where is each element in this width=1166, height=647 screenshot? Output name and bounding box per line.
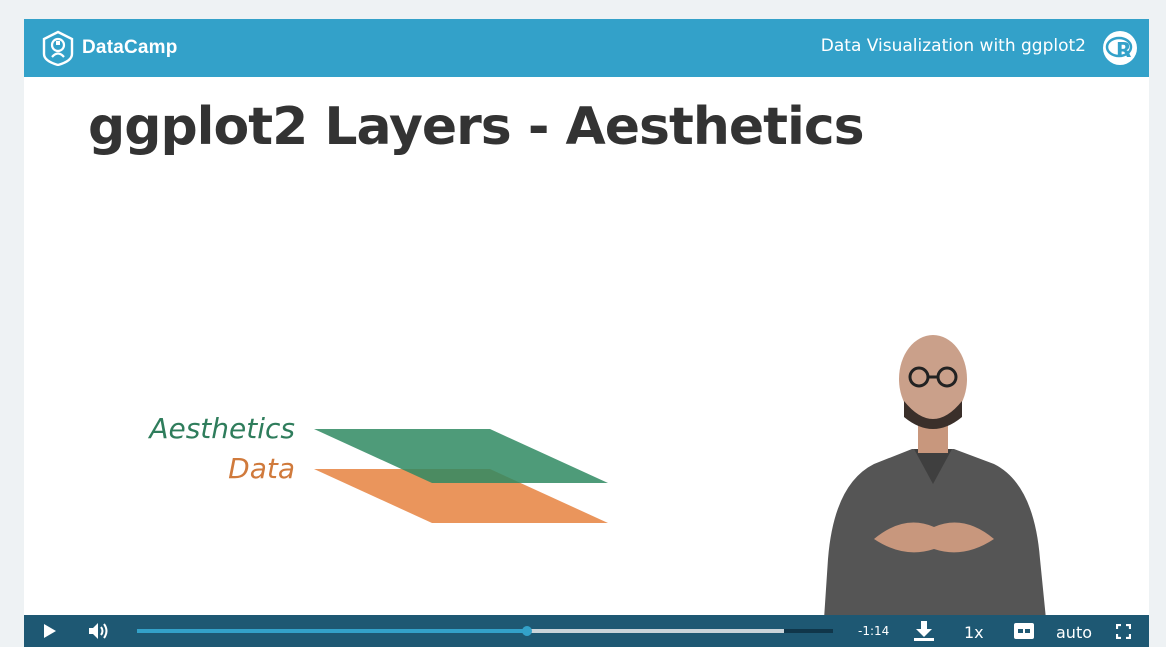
progress-played	[137, 629, 528, 633]
download-icon[interactable]	[913, 620, 935, 642]
layers-diagram	[314, 429, 608, 523]
slide-title: ggplot2 Layers - Aesthetics	[88, 97, 865, 157]
r-logo-icon: R	[1103, 31, 1137, 65]
layer-label-aesthetics: Aesthetics	[149, 412, 295, 445]
presenter-video	[824, 335, 1046, 619]
layer-label-data: Data	[228, 452, 295, 485]
volume-icon[interactable]	[88, 622, 110, 640]
brand-name: DataCamp	[82, 37, 178, 58]
course-title: Data Visualization with ggplot2	[820, 36, 1086, 56]
progress-bar[interactable]	[137, 626, 833, 636]
play-icon[interactable]	[42, 623, 58, 639]
datacamp-brand: DataCamp	[40, 30, 178, 66]
playback-speed-button[interactable]: 1x	[964, 623, 984, 642]
fullscreen-icon[interactable]	[1116, 624, 1131, 639]
quality-button[interactable]: auto	[1056, 623, 1092, 642]
progress-handle[interactable]	[522, 626, 533, 636]
closed-captions-icon[interactable]	[1014, 623, 1034, 639]
time-remaining: -1:14	[858, 624, 890, 638]
video-header-bar: DataCamp Data Visualization with ggplot2…	[24, 19, 1149, 77]
video-controls-bar: -1:14 1x auto	[24, 615, 1149, 647]
video-player: DataCamp Data Visualization with ggplot2…	[24, 19, 1149, 647]
datacamp-logo-icon	[42, 30, 74, 66]
svg-text:R: R	[1116, 38, 1131, 62]
